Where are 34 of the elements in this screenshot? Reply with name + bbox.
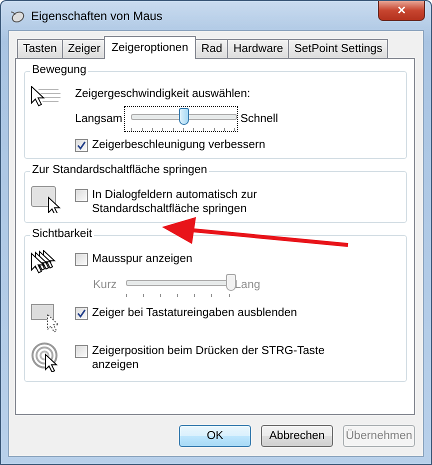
window-title: Eigenschaften von Maus <box>31 9 164 23</box>
hidden-pointer-icon <box>31 304 61 333</box>
slider-min-label: Langsam <box>75 113 122 125</box>
checkbox[interactable] <box>75 345 88 358</box>
slider-min-label: Kurz <box>93 279 117 291</box>
checkbox[interactable] <box>75 189 88 202</box>
mouse-icon <box>9 9 25 23</box>
checkbox-label[interactable]: Zeigerposition beim Drücken der STRG-Taste anzeigen <box>92 344 355 372</box>
checkbox[interactable] <box>75 307 88 320</box>
group-title: Sichtbarkeit <box>30 228 94 240</box>
pointer-speed-icon <box>31 86 61 107</box>
checkbox[interactable] <box>75 139 88 152</box>
slider[interactable] <box>124 106 238 132</box>
checkbox[interactable] <box>75 253 88 266</box>
tab[interactable]: SetPoint Settings <box>288 39 388 58</box>
slider-max-label: Lang <box>234 279 260 291</box>
dialog-button[interactable]: Abbrechen <box>261 425 333 447</box>
field-label: Zeigergeschwindigkeit auswählen: <box>75 88 252 100</box>
checkbox-label[interactable]: Zeiger bei Tastatureingaben ausblenden <box>92 306 298 320</box>
button-pointer-icon <box>31 186 61 213</box>
close-button[interactable]: ✕ <box>378 1 425 21</box>
slider-max-label: Schnell <box>240 113 278 125</box>
tab[interactable]: Tasten <box>17 39 63 58</box>
dialog-button[interactable]: OK <box>179 425 251 447</box>
tab[interactable]: Hardware <box>227 39 290 58</box>
slider-thumb[interactable] <box>179 108 190 125</box>
checkbox-label[interactable]: Mausspur anzeigen <box>92 252 192 266</box>
checkbox-label[interactable]: Zeigerbeschleunigung verbessern <box>92 138 266 152</box>
group-title: Zur Standardschaltfläche springen <box>30 164 210 176</box>
tab[interactable]: Zeiger <box>62 39 106 58</box>
tab[interactable]: Zeigeroptionen <box>104 36 196 59</box>
pointer-trail-icon <box>31 250 58 274</box>
group-title: Bewegung <box>30 64 88 76</box>
tab[interactable]: Rad <box>195 39 228 58</box>
